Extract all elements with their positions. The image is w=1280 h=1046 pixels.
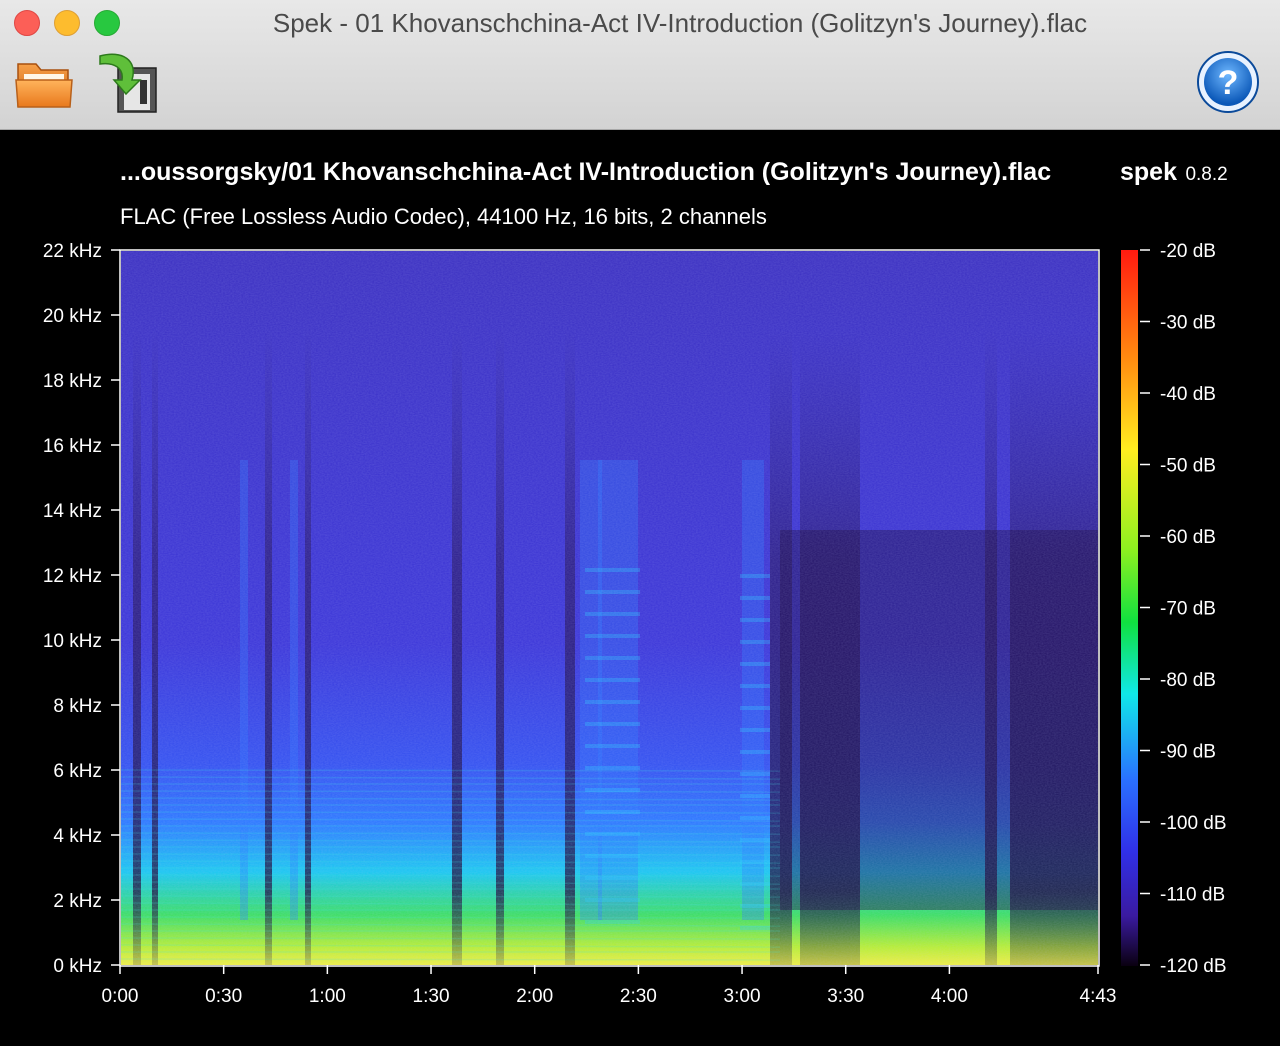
colorbar-axis: -20 dB -30 dB -40 dB -50 dB -60 dB -70 dB -80 … [1140, 241, 1227, 977]
save-spectrogram-button[interactable] [92, 50, 162, 114]
colorbar-tick-label: -90 dB [1160, 742, 1216, 763]
y-tick-label: 18 kHz [43, 371, 102, 392]
folder-icon [15, 63, 73, 108]
y-tick-label: 8 kHz [53, 696, 102, 717]
y-tick-label: 6 kHz [53, 761, 102, 782]
colorbar-tick-label: -60 dB [1160, 527, 1216, 548]
minimize-window-button[interactable] [54, 10, 80, 36]
x-tick-label: 3:30 [827, 986, 864, 1007]
x-tick-label: 1:30 [413, 986, 450, 1007]
spectrogram-view[interactable]: ...oussorgsky/01 Khovanschchina-Act IV-I… [0, 130, 1280, 1046]
y-tick-label: 20 kHz [43, 306, 102, 327]
x-tick-label: 3:00 [724, 986, 761, 1007]
zoom-window-button[interactable] [94, 10, 120, 36]
time-axis: 0:00 0:30 1:00 1:30 2:00 2:30 3:00 3:30 4:00 4:43 [102, 965, 1117, 1007]
colorbar-tick-label: -50 dB [1160, 456, 1216, 477]
x-tick-label: 2:30 [620, 986, 657, 1007]
y-tick-label: 4 kHz [53, 826, 102, 847]
y-tick-label: 2 kHz [53, 891, 102, 912]
colorbar-tick-label: -40 dB [1160, 384, 1216, 405]
x-tick-label: 2:00 [516, 986, 553, 1007]
colorbar-tick-label: -80 dB [1160, 670, 1216, 691]
y-tick-label: 22 kHz [43, 241, 102, 262]
colorbar-tick-label: -70 dB [1160, 599, 1216, 620]
y-tick-label: 16 kHz [43, 436, 102, 457]
spectrogram-image [121, 251, 1098, 965]
window-title: Spek - 01 Khovanschchina-Act IV-Introduc… [272, 8, 1088, 38]
help-button[interactable]: ? [1194, 48, 1262, 116]
colorbar-tick-label: -20 dB [1160, 241, 1216, 262]
colorbar-tick-label: -120 dB [1160, 956, 1227, 977]
colorbar-tick-label: -30 dB [1160, 313, 1216, 334]
svg-text:?: ? [1218, 64, 1239, 102]
colorbar [1121, 250, 1138, 966]
help-icon: ? [1197, 51, 1259, 113]
colorbar-tick-label: -110 dB [1160, 885, 1225, 906]
spek-window: Spek - 01 Khovanschchina-Act IV-Introduc… [0, 0, 1280, 1046]
y-tick-label: 14 kHz [43, 501, 102, 522]
spectrogram-chart: 0 kHz 2 kHz 4 kHz 6 kHz 8 kHz 10 kHz 12 kHz 14 … [43, 241, 1227, 1007]
close-window-button[interactable] [14, 10, 40, 36]
open-file-button[interactable] [10, 50, 80, 114]
title-bar-toolbar: Spek - 01 Khovanschchina-Act IV-Introduc… [0, 0, 1280, 130]
y-tick-label: 0 kHz [53, 956, 102, 977]
y-tick-label: 10 kHz [43, 631, 102, 652]
x-tick-label: 0:30 [205, 986, 242, 1007]
x-tick-label: 4:43 [1080, 986, 1117, 1007]
x-tick-label: 1:00 [309, 986, 346, 1007]
x-tick-label: 4:00 [931, 986, 968, 1007]
x-tick-label: 0:00 [102, 986, 139, 1007]
colorbar-tick-label: -100 dB [1160, 813, 1227, 834]
y-tick-label: 12 kHz [43, 566, 102, 587]
frequency-axis: 0 kHz 2 kHz 4 kHz 6 kHz 8 kHz 10 kHz 12 kHz 14 … [43, 241, 120, 977]
save-export-icon [99, 53, 157, 113]
